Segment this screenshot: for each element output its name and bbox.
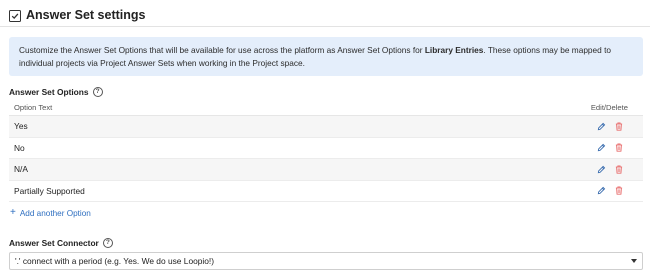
section-checkbox[interactable] <box>9 9 21 22</box>
delete-icon[interactable] <box>615 186 623 195</box>
answer-set-connector-label: Answer Set Connector ? <box>9 238 113 248</box>
edit-icon[interactable] <box>597 122 606 131</box>
settings-header: Answer Set settings <box>9 4 642 26</box>
table-header: Option Text Edit/Delete <box>9 100 643 116</box>
info-banner: Customize the Answer Set Options that wi… <box>9 37 643 76</box>
row-actions <box>597 186 623 195</box>
page-title: Answer Set settings <box>26 8 146 22</box>
table-row: Partially Supported <box>9 181 643 202</box>
table-row: No <box>9 138 643 159</box>
connector-select[interactable]: '.' connect with a period (e.g. Yes. We … <box>9 252 643 270</box>
col-option-text: Option Text <box>14 103 53 112</box>
add-option-label: Add another Option <box>19 208 91 218</box>
delete-icon[interactable] <box>615 122 623 131</box>
table-row: Yes <box>9 116 643 138</box>
info-text-bold: Library Entries <box>424 45 484 55</box>
delete-icon[interactable] <box>615 143 623 152</box>
row-actions <box>597 122 623 131</box>
edit-icon[interactable] <box>597 143 606 152</box>
help-icon[interactable]: ? <box>102 238 113 248</box>
help-icon[interactable]: ? <box>92 87 103 97</box>
header-divider <box>0 26 650 27</box>
edit-icon[interactable] <box>597 165 606 174</box>
option-text: No <box>14 142 25 153</box>
answer-set-options-title: Answer Set Options <box>9 87 89 97</box>
chevron-down-icon <box>631 259 637 263</box>
edit-icon[interactable] <box>597 186 606 195</box>
options-table: Option Text Edit/Delete Yes No N/A Partiall… <box>9 100 643 202</box>
connector-selected-value: '.' connect with a period (e.g. Yes. We … <box>15 256 215 266</box>
check-icon <box>11 12 19 19</box>
table-row: N/A <box>9 159 643 181</box>
add-option-link[interactable]: + Add another Option <box>10 208 91 218</box>
plus-icon: + <box>10 207 16 218</box>
row-actions <box>597 165 623 174</box>
delete-icon[interactable] <box>615 165 623 174</box>
row-actions <box>597 143 623 152</box>
option-text: Yes <box>14 121 28 132</box>
answer-set-options-label: Answer Set Options ? <box>9 87 103 97</box>
option-text: N/A <box>14 164 28 175</box>
col-edit-delete: Edit/Delete <box>590 103 628 112</box>
option-text: Partially Supported <box>14 185 85 196</box>
answer-set-connector-title: Answer Set Connector <box>9 238 99 248</box>
info-text-before: Customize the Answer Set Options that wi… <box>19 45 425 55</box>
